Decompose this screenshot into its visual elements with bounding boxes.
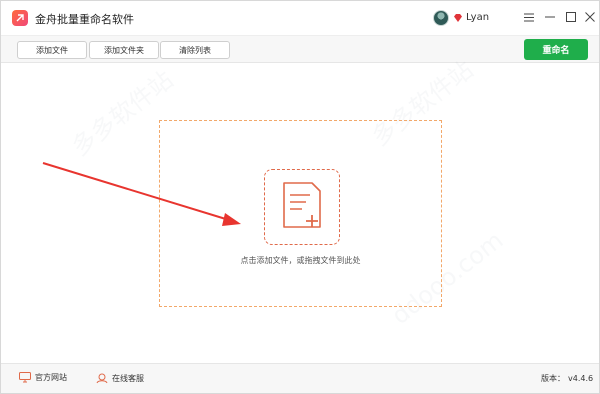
version-value: v4.4.6: [568, 374, 594, 383]
monitor-icon: [19, 372, 31, 383]
online-service-link[interactable]: 在线客服: [96, 372, 144, 384]
status-bar: 官方网站 在线客服 版本： v4.4.6: [1, 363, 599, 393]
version-label: 版本：: [541, 374, 565, 383]
headset-icon: [96, 373, 108, 384]
annotation-arrow: [42, 162, 241, 226]
app-window: 金舟批量重命名软件 Lyan 添加文件 添加文件夹 清除列表 重命名 多多软件站…: [0, 0, 600, 394]
website-label: 官方网站: [35, 373, 67, 382]
service-label: 在线客服: [112, 373, 144, 383]
version-info: 版本： v4.4.6: [541, 373, 593, 384]
official-website-link[interactable]: 官方网站: [19, 372, 67, 383]
